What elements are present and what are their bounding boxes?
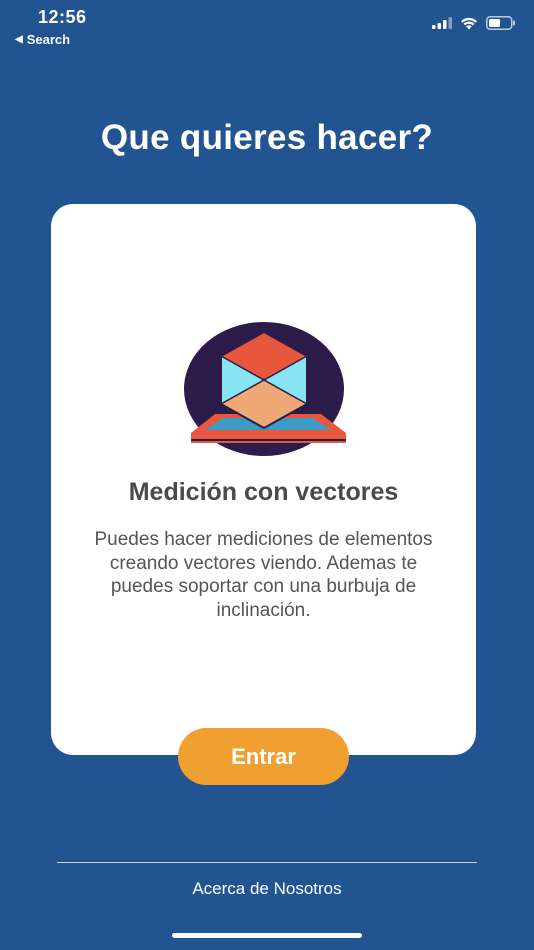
back-to-search-link[interactable]: ◀ Search [15, 32, 70, 47]
status-time: 12:56 [38, 7, 87, 27]
wifi-icon [461, 17, 477, 29]
home-indicator[interactable] [172, 933, 362, 938]
battery-icon [486, 16, 515, 30]
footer-divider [57, 862, 477, 863]
about-us-link[interactable]: Acerca de Nosotros [0, 879, 534, 899]
measure-option-card: Medición con vectores Puedes hacer medic… [51, 204, 476, 755]
card-title: Medición con vectores [128, 478, 399, 506]
status-icons [432, 16, 516, 30]
card-description: Puedes hacer mediciones de elementos cre… [94, 529, 433, 621]
back-label: Search [26, 32, 71, 47]
signal-icon [432, 17, 452, 29]
page-title: Que quieres hacer? [100, 118, 434, 157]
vector-measure-icon [184, 322, 346, 456]
app-screen: 12:56 ◀ Search Que quieres hacer? Medici… [0, 0, 534, 950]
enter-button[interactable]: Entrar [178, 728, 349, 785]
back-triangle-icon: ◀ [15, 34, 23, 45]
